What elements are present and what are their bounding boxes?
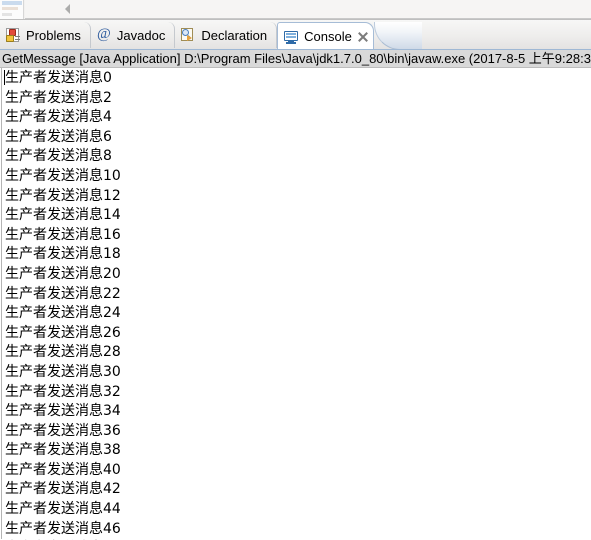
- console-line: 生产者发送消息0: [5, 70, 112, 86]
- tab-javadoc-label: Javadoc: [116, 27, 166, 43]
- editor-ghost-text-2: [2, 7, 18, 10]
- console-line: 生产者发送消息40: [5, 461, 121, 478]
- tab-bar-curved-tail: [373, 22, 422, 50]
- console-output-area[interactable]: 生产者发送消息0 生产者发送消息2 生产者发送消息4 生产者发送消息6 生产者发送消息8…: [0, 68, 591, 540]
- console-line: 生产者发送消息20: [5, 265, 121, 282]
- tab-problems[interactable]: Problems: [0, 22, 91, 48]
- editor-caret-glyph: [65, 4, 70, 14]
- console-process-header[interactable]: GetMessage [Java Application] D:\Program…: [0, 50, 591, 68]
- tab-console-label: Console: [304, 29, 352, 44]
- console-process-label: GetMessage [Java Application] D:\Program…: [2, 51, 591, 66]
- console-line: 生产者发送消息44: [5, 501, 121, 518]
- declaration-icon: [180, 27, 196, 43]
- console-line: 生产者发送消息22: [5, 285, 121, 302]
- problems-icon: [5, 27, 21, 43]
- console-line: 生产者发送消息38: [5, 442, 121, 459]
- console-line: 生产者发送消息10: [5, 167, 121, 184]
- console-line: 生产者发送消息4: [5, 109, 112, 126]
- console-line: 生产者发送消息6: [5, 128, 112, 145]
- editor-ruler-column: [0, 0, 24, 19]
- console-line: 生产者发送消息14: [5, 207, 121, 224]
- console-line: 生产者发送消息24: [5, 305, 121, 322]
- console-line: 生产者发送消息2: [5, 89, 112, 106]
- close-icon[interactable]: [357, 31, 369, 43]
- editor-content-strip: [25, 0, 591, 19]
- editor-ghost-text-3: [2, 13, 12, 16]
- tab-declaration[interactable]: Declaration: [175, 22, 278, 48]
- view-tab-bar: Problems @ Javadoc Declaration Console: [0, 20, 591, 50]
- console-line: 生产者发送消息32: [5, 383, 121, 400]
- console-icon: [283, 29, 299, 45]
- console-line: 生产者发送消息16: [5, 226, 121, 243]
- javadoc-at-icon: @: [97, 26, 111, 42]
- console-line: 生产者发送消息30: [5, 363, 121, 380]
- console-line: 生产者发送消息8: [5, 148, 112, 165]
- tab-problems-label: Problems: [26, 27, 81, 43]
- view-tab-list: Problems @ Javadoc Declaration Console: [0, 20, 374, 50]
- editor-ghost-text-1: [2, 1, 22, 5]
- console-view: GetMessage [Java Application] D:\Program…: [0, 50, 591, 540]
- console-line: 生产者发送消息36: [5, 422, 121, 439]
- tab-declaration-label: Declaration: [201, 27, 268, 43]
- eclipse-bottom-view-stack: Problems @ Javadoc Declaration Console G…: [0, 0, 591, 540]
- console-line: 生产者发送消息12: [5, 187, 121, 204]
- console-line: 生产者发送消息34: [5, 403, 121, 420]
- console-line: 生产者发送消息42: [5, 481, 121, 498]
- editor-area-bottom-edge: [0, 0, 591, 20]
- tab-javadoc[interactable]: @ Javadoc: [91, 22, 176, 48]
- console-line: 生产者发送消息46: [5, 520, 121, 537]
- console-line: 生产者发送消息26: [5, 324, 121, 341]
- console-line: 生产者发送消息18: [5, 246, 121, 263]
- console-line: 生产者发送消息28: [5, 344, 121, 361]
- tab-console[interactable]: Console: [277, 22, 374, 50]
